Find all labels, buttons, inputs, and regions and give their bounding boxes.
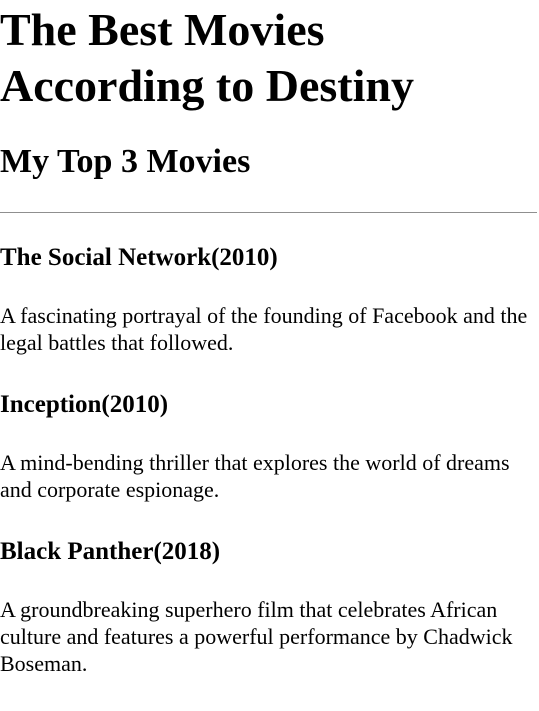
movie-title: Black Panther(2018) [0,538,221,565]
movie-list: The Social Network(2010) A fascinating p… [0,243,537,677]
section-title: My Top 3 Movies [0,143,251,180]
movie-description: A fascinating portrayal of the founding … [0,303,528,355]
movie-item-black-panther: Black Panther(2018) A groundbreaking sup… [0,537,537,677]
movie-description: A groundbreaking superhero film that cel… [0,597,513,676]
movie-title: Inception(2010) [0,391,169,418]
divider [0,212,537,213]
movie-item-social-network: The Social Network(2010) A fascinating p… [0,243,537,356]
page-title: The Best Movies According to Destiny [0,4,414,111]
page-container: The Best Movies According to Destiny My … [0,0,539,677]
movie-title: The Social Network(2010) [0,244,278,271]
movie-item-inception: Inception(2010) A mind-bending thriller … [0,390,537,503]
movie-description: A mind-bending thriller that explores th… [0,450,510,502]
